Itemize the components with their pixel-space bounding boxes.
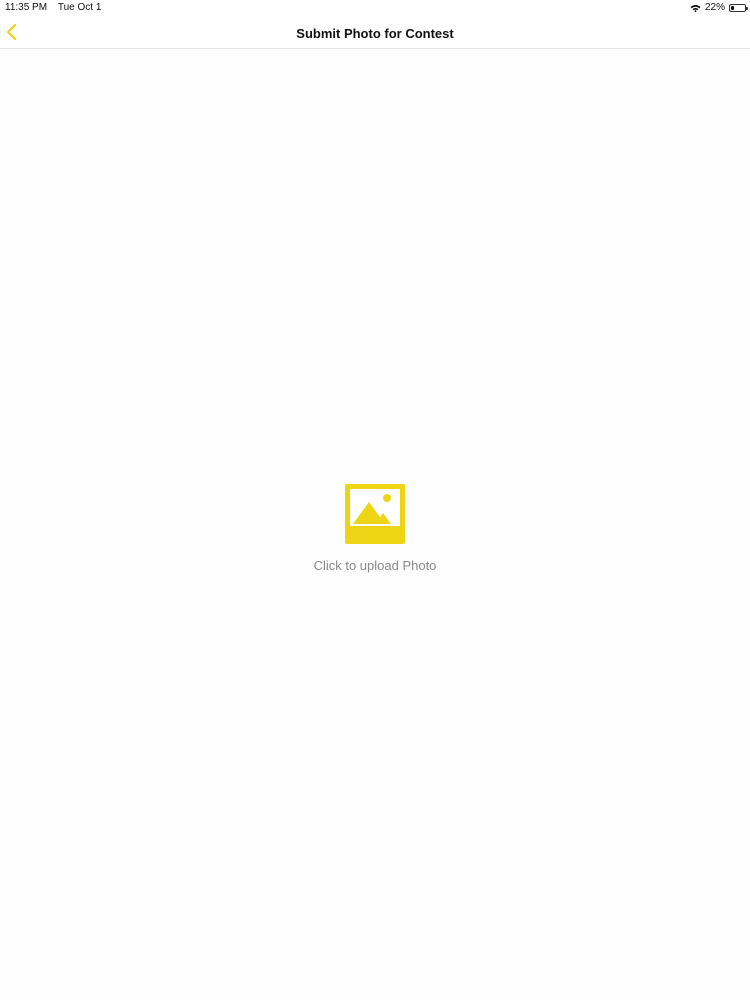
status-left: 11:35 PM Tue Oct 1 [5, 2, 101, 13]
main-content: Click to upload Photo [0, 49, 750, 1000]
status-bar: 11:35 PM Tue Oct 1 22% [0, 0, 750, 15]
page-title: Submit Photo for Contest [296, 26, 454, 41]
status-date: Tue Oct 1 [57, 2, 102, 13]
status-right: 22% [690, 2, 748, 13]
upload-photo-button[interactable]: Click to upload Photo [295, 483, 455, 583]
photo-icon[interactable] [345, 484, 405, 544]
upload-label: Click to upload Photo [313, 558, 437, 573]
battery-icon [729, 3, 748, 12]
battery-fill [731, 5, 734, 10]
status-time: 11:35 PM [5, 2, 48, 13]
navigation-bar: Submit Photo for Contest [0, 15, 750, 49]
wifi-icon [690, 4, 701, 12]
battery-percent: 22% [704, 2, 725, 13]
